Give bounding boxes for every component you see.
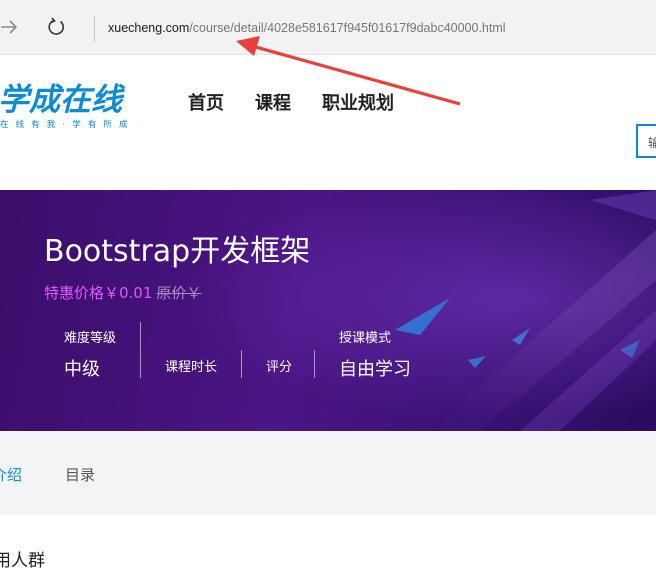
tab-catalog[interactable]: 目录	[65, 464, 95, 485]
duration-label: 课程时长	[165, 360, 218, 375]
difficulty-label: 难度等级	[64, 331, 117, 346]
logo-slogan: 在 线 有 我 · 学 有 所 成	[0, 120, 130, 130]
address-bar[interactable]: xuecheng.com/course/detail/4028e581617f9…	[108, 20, 506, 36]
url-domain: xuecheng.com	[108, 21, 190, 35]
tab-intro[interactable]: 介绍	[0, 464, 22, 485]
logo-text: 学成在线	[0, 82, 122, 118]
main-nav: 首页 课程 职业规划	[188, 93, 425, 115]
teaching-mode-value: 自由学习	[339, 359, 411, 380]
price-row: 特惠价格￥0.01 原价￥	[44, 282, 201, 303]
meta-divider	[314, 350, 315, 378]
site-logo[interactable]: 学成在线 在 线 有 我 · 学 有 所 成	[0, 83, 130, 130]
meta-rating: 评分	[266, 356, 292, 375]
nav-item-courses[interactable]: 课程	[255, 93, 291, 115]
course-banner: Bootstrap开发框架 特惠价格￥0.01 原价￥ 难度等级 中级 课程时长 …	[0, 190, 656, 431]
meta-teaching-mode: 授课模式 自由学习	[339, 327, 411, 381]
reload-icon[interactable]	[41, 12, 71, 42]
site-header: 学成在线 在 线 有 我 · 学 有 所 成 首页 课程 职业规划 输	[0, 55, 656, 190]
difficulty-value: 中级	[64, 359, 100, 380]
nav-item-home[interactable]: 首页	[188, 93, 224, 115]
meta-duration: 课程时长	[165, 356, 217, 375]
teaching-mode-label: 授课模式	[339, 331, 392, 346]
original-price: 原价￥	[156, 284, 202, 302]
meta-divider	[140, 322, 141, 378]
search-input[interactable]: 输	[636, 124, 656, 158]
nav-item-career[interactable]: 职业规划	[322, 93, 394, 115]
meta-divider	[241, 350, 242, 378]
meta-difficulty: 难度等级 中级	[64, 327, 116, 381]
course-tabs: 介绍 目录	[0, 431, 656, 515]
rating-label: 评分	[266, 360, 293, 375]
forward-arrow-icon[interactable]	[0, 12, 24, 42]
special-price: 特惠价格￥0.01	[44, 284, 153, 302]
section-heading: 用人群	[0, 551, 45, 571]
course-title: Bootstrap开发框架	[44, 234, 311, 269]
address-separator	[94, 16, 95, 42]
url-path: /course/detail/4028e581617f945f01617f9da…	[189, 21, 506, 35]
browser-toolbar: xuecheng.com/course/detail/4028e581617f9…	[0, 0, 656, 55]
